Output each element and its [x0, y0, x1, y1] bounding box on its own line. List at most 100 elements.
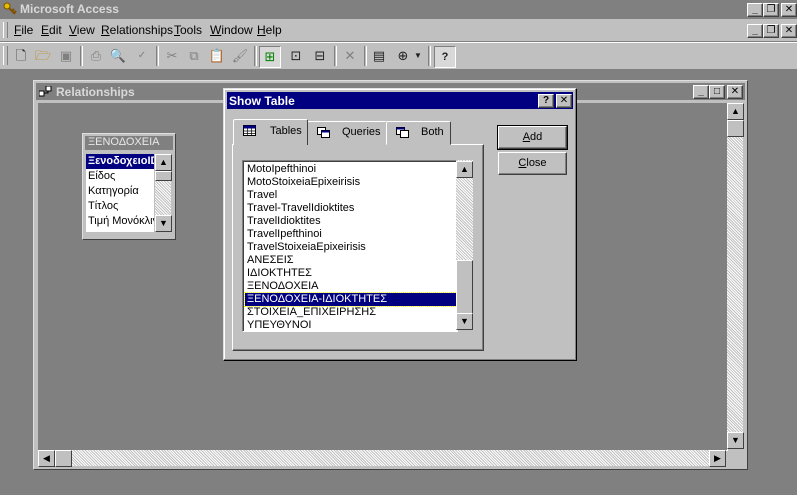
doc-restore-button[interactable]: ❐: [763, 24, 779, 38]
list-item[interactable]: Travel-TravelIdioktites: [247, 202, 354, 215]
scroll-thumb[interactable]: [727, 120, 744, 137]
field-item[interactable]: Είδος: [86, 169, 154, 184]
toolbar-grip[interactable]: [3, 46, 8, 65]
new-object-dropdown-icon[interactable]: ▼: [413, 46, 423, 66]
show-table-icon[interactable]: ⊞: [259, 46, 281, 68]
list-item[interactable]: MotoStoixeiaEpixeirisis: [247, 176, 360, 189]
save-icon[interactable]: ▣: [56, 46, 76, 66]
close-button[interactable]: Close: [498, 152, 567, 175]
toolbar-separator: [156, 46, 159, 66]
field-item[interactable]: Τιμή Μονόκλινου: [86, 214, 154, 229]
table-list-scrollbar[interactable]: ▲ ▼: [456, 160, 473, 330]
list-item[interactable]: MotoIpefthinoi: [247, 163, 316, 176]
list-item[interactable]: ΑΝΕΣΕΙΣ: [247, 254, 294, 267]
tab-both[interactable]: Both: [386, 121, 451, 145]
new-object-icon[interactable]: ⊕: [393, 46, 413, 66]
scroll-thumb[interactable]: [55, 450, 72, 467]
list-item-selected[interactable]: ΞΕΝΟΔΟΧΕΙΑ-ΙΔΙΟΚΤΗΤΕΣ: [244, 292, 457, 307]
menu-relationships[interactable]: Relationships: [101, 23, 173, 37]
field-item[interactable]: Τίτλος: [86, 199, 154, 214]
tab-tables[interactable]: Tables: [233, 119, 308, 145]
toolbar-separator: [334, 46, 337, 66]
query-icon: [317, 127, 330, 138]
list-item[interactable]: TravelIdioktites: [247, 215, 321, 228]
menu-tools[interactable]: Tools: [174, 23, 202, 37]
show-table-dialog: Show Table ? ✕ Tables Queries Both MotoI…: [223, 88, 577, 361]
rel-maximize-button[interactable]: □: [709, 85, 725, 99]
scroll-thumb[interactable]: [456, 260, 473, 314]
field-list-window[interactable]: ΞΕΝΟΔΟΧΕΙΑ ΞενοδοχειοID Είδος Κατηγορία …: [82, 133, 176, 240]
app-close-button[interactable]: ✕: [781, 3, 797, 17]
scroll-thumb[interactable]: [155, 171, 172, 181]
rel-close-button[interactable]: ✕: [727, 85, 743, 99]
app-minimize-button[interactable]: _: [747, 3, 763, 17]
delete-icon[interactable]: ✕: [340, 46, 360, 66]
access-key-icon: [3, 2, 17, 15]
list-item[interactable]: ΣΤΟΙΧΕΙΑ_ΕΠΙΧΕΙΡΗΣΗΣ: [247, 306, 376, 319]
help-icon[interactable]: ?: [434, 46, 456, 68]
toolbar-separator: [80, 46, 83, 66]
list-item[interactable]: TravelIpefthinoi: [247, 228, 322, 241]
open-icon[interactable]: 🗁: [33, 46, 53, 66]
spelling-icon[interactable]: ✓: [132, 46, 152, 66]
list-item[interactable]: ΙΔΙΟΚΤΗΤΕΣ: [247, 267, 312, 280]
print-preview-icon[interactable]: 🔍: [108, 46, 128, 66]
format-painter-icon[interactable]: 🖌: [230, 46, 250, 66]
scroll-left-icon[interactable]: ◀: [38, 450, 55, 467]
menu-bar: File Edit View Relationships Tools Windo…: [0, 19, 797, 42]
tab-queries[interactable]: Queries: [307, 121, 387, 145]
menu-help[interactable]: Help: [257, 23, 282, 37]
menu-grip[interactable]: [3, 22, 8, 38]
scroll-right-icon[interactable]: ▶: [709, 450, 726, 467]
table-icon: [243, 125, 256, 136]
print-icon[interactable]: ⎙: [86, 46, 106, 66]
cut-icon[interactable]: ✂: [162, 46, 182, 66]
copy-icon[interactable]: ⧉: [184, 46, 204, 66]
paste-icon[interactable]: 📋: [207, 46, 227, 66]
menu-file[interactable]: File: [14, 23, 33, 37]
doc-close-button[interactable]: ✕: [781, 24, 797, 38]
dialog-close-button[interactable]: ✕: [556, 94, 572, 108]
scroll-up-icon[interactable]: ▲: [155, 154, 172, 171]
field-list-scrollbar[interactable]: ▲ ▼: [155, 154, 172, 232]
scroll-up-icon[interactable]: ▲: [727, 103, 744, 120]
relationships-hscrollbar[interactable]: ◀ ▶: [38, 450, 726, 467]
doc-minimize-button[interactable]: _: [747, 24, 763, 38]
field-item[interactable]: Κατηγορία: [86, 184, 154, 199]
list-item[interactable]: TravelStoixeiaEpixeirisis: [247, 241, 366, 254]
app-restore-button[interactable]: ❐: [763, 3, 779, 17]
dialog-title: Show Table: [229, 94, 295, 108]
both-icon: [396, 127, 409, 138]
menu-window[interactable]: Window: [210, 23, 253, 37]
toolbar-separator: [254, 46, 257, 66]
menu-edit[interactable]: Edit: [41, 23, 62, 37]
scroll-down-icon[interactable]: ▼: [155, 215, 172, 232]
relationships-icon: [39, 86, 52, 97]
show-direct-icon[interactable]: ⊡: [286, 46, 306, 66]
relationships-vscrollbar[interactable]: ▲ ▼: [727, 103, 744, 449]
properties-icon[interactable]: ▤: [369, 46, 389, 66]
dialog-help-button[interactable]: ?: [538, 94, 554, 108]
list-item[interactable]: ΞΕΝΟΔΟΧΕΙΑ: [247, 280, 319, 293]
add-button[interactable]: Add: [497, 125, 568, 150]
show-all-icon[interactable]: ⊟: [310, 46, 330, 66]
scroll-down-icon[interactable]: ▼: [456, 313, 473, 330]
new-icon[interactable]: 🗋: [11, 46, 31, 66]
table-list[interactable]: MotoIpefthinoi MotoStoixeiaEpixeirisis T…: [242, 160, 458, 332]
tab-queries-label: Queries: [342, 126, 381, 138]
app-title: Microsoft Access: [20, 2, 119, 16]
field-list[interactable]: ΞενοδοχειοID Είδος Κατηγορία Τίτλος Τιμή…: [86, 154, 154, 232]
toolbar-separator: [428, 46, 431, 66]
app-title-bar: Microsoft Access _ ❐ ✕: [0, 0, 797, 19]
dialog-title-bar[interactable]: Show Table ? ✕: [227, 92, 573, 109]
list-item[interactable]: Travel: [247, 189, 277, 202]
menu-view[interactable]: View: [69, 23, 95, 37]
field-item[interactable]: ΞενοδοχειοID: [86, 154, 154, 169]
field-list-title[interactable]: ΞΕΝΟΔΟΧΕΙΑ: [85, 136, 173, 150]
relationships-title: Relationships: [56, 85, 135, 99]
scroll-up-icon[interactable]: ▲: [456, 161, 473, 178]
scroll-down-icon[interactable]: ▼: [727, 432, 744, 449]
list-item[interactable]: ΥΠΕΥΘΥΝΟΙ: [247, 319, 311, 331]
toolbar-separator: [364, 46, 367, 66]
rel-minimize-button[interactable]: _: [693, 85, 709, 99]
